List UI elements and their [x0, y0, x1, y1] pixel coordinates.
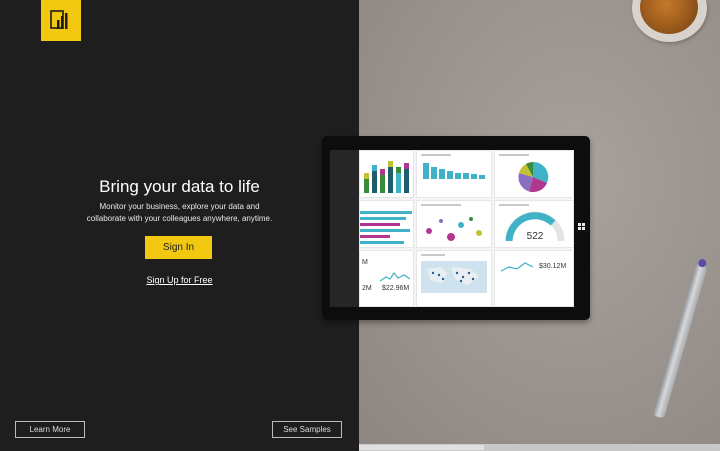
dashboard-tile-kpi-left: M 2M $22.96M — [359, 250, 414, 307]
tablet-screen-edge — [330, 150, 359, 307]
kpi-value-left: $22.96M — [382, 285, 410, 292]
scrollbar-thumb[interactable] — [359, 445, 484, 450]
hero-title: Bring your data to life — [99, 177, 260, 196]
dashboard-tile-horizontal-bars — [359, 200, 414, 248]
gauge-value: 522 — [526, 231, 544, 242]
see-samples-button[interactable]: See Samples — [272, 421, 342, 438]
dashboard-tile-kpi-right: $30.12M — [494, 250, 574, 307]
dashboard-tile-scatter — [416, 200, 492, 248]
hero-subtitle-line-1: Monitor your business, explore your data… — [99, 202, 260, 211]
signin-panel: Bring your data to life Monitor your bus… — [0, 0, 359, 451]
dashboard-tile-stacked-columns — [359, 150, 414, 198]
power-bi-logo-icon — [41, 0, 81, 41]
dashboard-tile-columns — [416, 150, 492, 198]
windows-icon — [578, 223, 585, 230]
horizontal-scrollbar[interactable] — [359, 444, 720, 451]
sign-up-link[interactable]: Sign Up for Free — [0, 275, 359, 285]
dashboard-tile-pie — [494, 150, 574, 198]
dashboard-tile-map — [416, 250, 492, 307]
dashboard-tile-gauge: 522 — [494, 200, 574, 248]
learn-more-button[interactable]: Learn More — [15, 421, 85, 438]
hero-subtitle-line-2: collaborate with your colleagues anywher… — [86, 214, 273, 223]
tablet-screen-dashboard: 522 M 2M $22.96M $30.12M — [359, 150, 574, 307]
sign-in-button[interactable]: Sign In — [145, 236, 212, 259]
kpi-value-right: $30.12M — [539, 263, 567, 270]
hero: Bring your data to life Monitor your bus… — [0, 176, 359, 225]
kpi-partial-bottom: 2M — [362, 285, 372, 292]
kpi-partial-top: M — [362, 259, 368, 266]
